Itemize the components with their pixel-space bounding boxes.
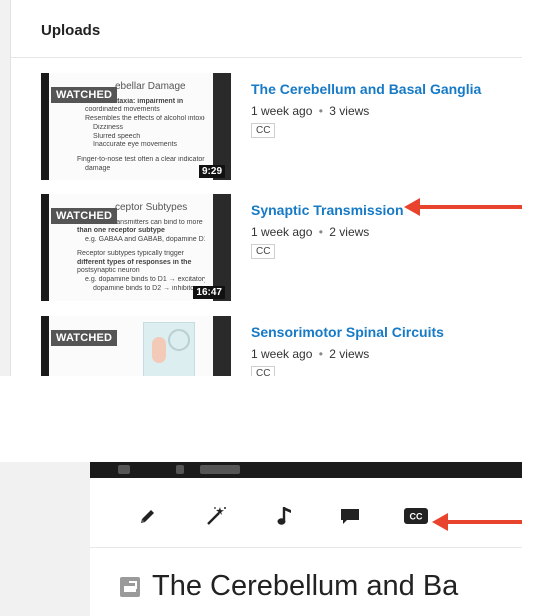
watched-badge: WATCHED [51, 208, 118, 224]
watched-badge: WATCHED [51, 87, 118, 103]
video-info: The Cerebellum and Basal Ganglia 1 week … [251, 81, 521, 138]
thumbnail-edge [213, 194, 231, 301]
video-item[interactable]: WATCHED Sensorimotor Spinal Circuits 1 w… [41, 316, 521, 376]
uploads-title: Uploads [41, 22, 101, 39]
meta-separator: • [318, 104, 323, 118]
cc-icon[interactable]: CC [402, 504, 430, 528]
slide-line: damage [85, 164, 111, 172]
editor-panel: CC The Cerebellum and Ba [0, 462, 522, 616]
watched-badge: WATCHED [51, 330, 118, 346]
video-age: 1 week ago [251, 104, 313, 118]
slide-line: than one receptor subtype [77, 227, 165, 235]
slide-line: different types of responses in the [77, 258, 192, 266]
video-age: 1 week ago [251, 225, 313, 239]
slide-line: Inaccurate eye movements [93, 141, 178, 149]
editor-card: CC The Cerebellum and Ba [90, 462, 522, 616]
slide-preview [49, 316, 213, 376]
duration-badge: 16:47 [193, 286, 225, 299]
strip-icon [200, 465, 240, 474]
video-title-link[interactable]: Sensorimotor Spinal Circuits [251, 324, 521, 340]
video-thumbnail[interactable]: WATCHED [41, 316, 231, 376]
video-views: 2 views [329, 347, 370, 361]
video-title-link[interactable]: The Cerebellum and Basal Ganglia [251, 81, 521, 97]
uploads-panel: Uploads ebellar Damage Cerebellar ataxia… [0, 0, 522, 376]
music-note-icon[interactable] [272, 504, 300, 528]
editor-toolbar: CC [90, 478, 522, 548]
slide-line: Finger-to-nose test often a clear indica… [77, 156, 205, 163]
meta-separator: • [318, 225, 323, 239]
annotation-arrow [404, 198, 522, 216]
thumbnail-edge [213, 316, 231, 376]
meta-separator: • [318, 347, 323, 361]
video-age: 1 week ago [251, 347, 313, 361]
editor-title-row: The Cerebellum and Ba [120, 570, 458, 603]
slide-line: Slurred speech [93, 132, 141, 140]
video-thumbnail[interactable]: ceptor Subtypes Most neurotransmitters c… [41, 194, 231, 301]
cc-icon-label: CC [410, 512, 423, 522]
strip-icon [176, 465, 184, 474]
video-meta: 1 week ago • 2 views [251, 225, 521, 239]
thumbnail-edge [213, 73, 231, 180]
player-strip [90, 462, 522, 478]
video-info: Synaptic Transmission 1 week ago • 2 vie… [251, 202, 521, 259]
slide-line: e.g. dopamine binds to D1 → excitatory e… [85, 276, 205, 283]
video-item[interactable]: ebellar Damage Cerebellar ataxia: impair… [41, 73, 521, 183]
video-views: 3 views [329, 104, 370, 118]
video-info: Sensorimotor Spinal Circuits 1 week ago … [251, 324, 521, 376]
video-meta: 1 week ago • 2 views [251, 347, 521, 361]
slide-line: Resembles the effects of alcohol intoxic… [85, 115, 205, 122]
slide-line: dopamine binds to D2 → inhibitory effect [93, 284, 205, 292]
cc-badge: CC [251, 366, 276, 376]
cc-badge: CC [251, 244, 276, 259]
annotation-arrow [432, 513, 522, 531]
duration-badge: 9:29 [198, 165, 225, 178]
uploads-header: Uploads [11, 0, 522, 58]
privacy-icon [120, 576, 140, 597]
magic-wand-icon[interactable] [202, 504, 230, 528]
editor-video-title: The Cerebellum and Ba [152, 570, 459, 602]
uploads-card: Uploads ebellar Damage Cerebellar ataxia… [10, 0, 522, 376]
video-thumbnail[interactable]: ebellar Damage Cerebellar ataxia: impair… [41, 73, 231, 180]
slide-line: coordinated movements [85, 106, 160, 114]
comment-icon[interactable] [336, 504, 364, 528]
anatomy-illustration [143, 322, 195, 376]
slide-line: postsynaptic neuron [77, 267, 140, 275]
slide-line: e.g. GABAA and GABAB, dopamine D1-D5 [85, 236, 205, 243]
video-item[interactable]: ceptor Subtypes Most neurotransmitters c… [41, 194, 521, 304]
cc-badge: CC [251, 123, 276, 138]
pencil-icon[interactable] [134, 504, 162, 528]
slide-line: Receptor subtypes typically trigger [77, 249, 184, 257]
video-views: 2 views [329, 225, 370, 239]
strip-icon [118, 465, 130, 474]
slide-line: Dizziness [93, 123, 123, 131]
video-meta: 1 week ago • 3 views [251, 104, 521, 118]
